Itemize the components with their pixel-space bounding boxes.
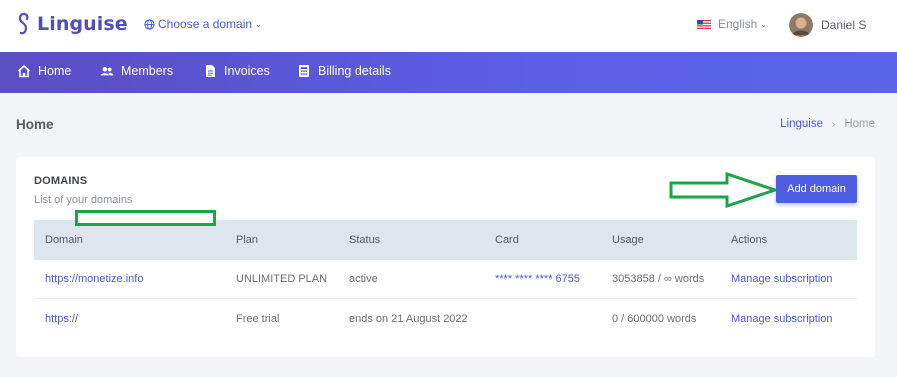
nav-home-label: Home	[38, 64, 72, 78]
nav-item-invoices[interactable]: Invoices	[203, 64, 270, 78]
breadcrumb-current: Home	[844, 118, 875, 130]
column-header-plan: Plan	[236, 234, 259, 246]
plan-cell: Free trial	[236, 312, 280, 325]
annotation-arrow	[669, 172, 779, 208]
breadcrumb: Linguise › Home	[780, 118, 875, 130]
column-header-usage: Usage	[612, 234, 644, 246]
nav-invoices-label: Invoices	[224, 64, 270, 78]
language-select[interactable]: English ⌄	[697, 17, 767, 31]
add-domain-button[interactable]: Add domain	[776, 175, 857, 203]
chevron-down-icon: ⌄	[255, 19, 262, 29]
home-icon	[17, 65, 31, 78]
table-header: Domain Plan Status Card Usage Actions	[34, 220, 857, 260]
chevron-right-icon: ›	[831, 118, 836, 130]
column-header-card: Card	[495, 234, 519, 246]
brand-name: Linguise	[37, 13, 128, 35]
manage-subscription-link[interactable]: Manage subscription	[731, 273, 857, 285]
card-link[interactable]: **** **** **** 6755	[495, 273, 612, 285]
brand-logo[interactable]: Linguise	[17, 12, 128, 36]
language-label: English	[718, 17, 758, 31]
main-nav: Home Members Invoices Billing details	[0, 52, 897, 93]
redaction-box	[75, 210, 216, 226]
domains-title: DOMAINS	[34, 175, 88, 187]
breadcrumb-link-linguise[interactable]: Linguise	[780, 118, 823, 130]
avatar	[789, 13, 813, 37]
nav-item-home[interactable]: Home	[17, 64, 71, 78]
table-row: https://monetize.info UNLIMITED PLAN act…	[34, 260, 857, 299]
nav-members-label: Members	[121, 64, 174, 78]
nav-item-billing-details[interactable]: Billing details	[297, 64, 391, 78]
linguise-logo-icon	[18, 12, 29, 35]
status-cell: ends on 21 August 2022	[349, 312, 468, 325]
column-header-actions: Actions	[731, 234, 768, 246]
domains-subtitle: List of your domains	[34, 194, 133, 206]
domain-link[interactable]: https://	[34, 313, 236, 325]
nav-billing-label: Billing details	[318, 64, 391, 78]
manage-subscription-link[interactable]: Manage subscription	[731, 313, 857, 325]
page-title: Home	[16, 117, 54, 132]
domains-table: Domain Plan Status Card Usage Actions ht…	[34, 220, 857, 338]
invoice-icon	[206, 65, 215, 77]
user-menu[interactable]: Daniel S	[789, 13, 866, 37]
table-row: https:// Free trial ends on 21 August 20…	[34, 299, 857, 338]
domain-select[interactable]: Choose a domain ⌄	[144, 17, 262, 31]
us-flag-icon	[697, 19, 711, 29]
usage-cell: 0 / 600000 words	[612, 312, 697, 325]
globe-icon	[144, 18, 155, 30]
usage-cell: 3053858 / ∞ words	[612, 273, 705, 285]
column-header-domain: Domain	[45, 234, 83, 246]
chevron-down-icon: ⌄	[760, 19, 768, 29]
nav-item-members[interactable]: Members	[100, 64, 173, 78]
column-header-status: Status	[349, 234, 381, 246]
members-icon	[100, 66, 114, 76]
billing-icon	[299, 65, 309, 77]
plan-cell: UNLIMITED PLAN	[236, 273, 328, 285]
domain-link[interactable]: https://monetize.info	[34, 273, 236, 285]
top-bar: Linguise Choose a domain ⌄ English ⌄ Dan…	[0, 0, 897, 52]
domains-card: DOMAINS List of your domains Add domain …	[16, 157, 875, 357]
user-name: Daniel S	[821, 18, 867, 32]
domain-select-label: Choose a domain	[158, 17, 253, 31]
status-cell: active	[349, 273, 378, 285]
